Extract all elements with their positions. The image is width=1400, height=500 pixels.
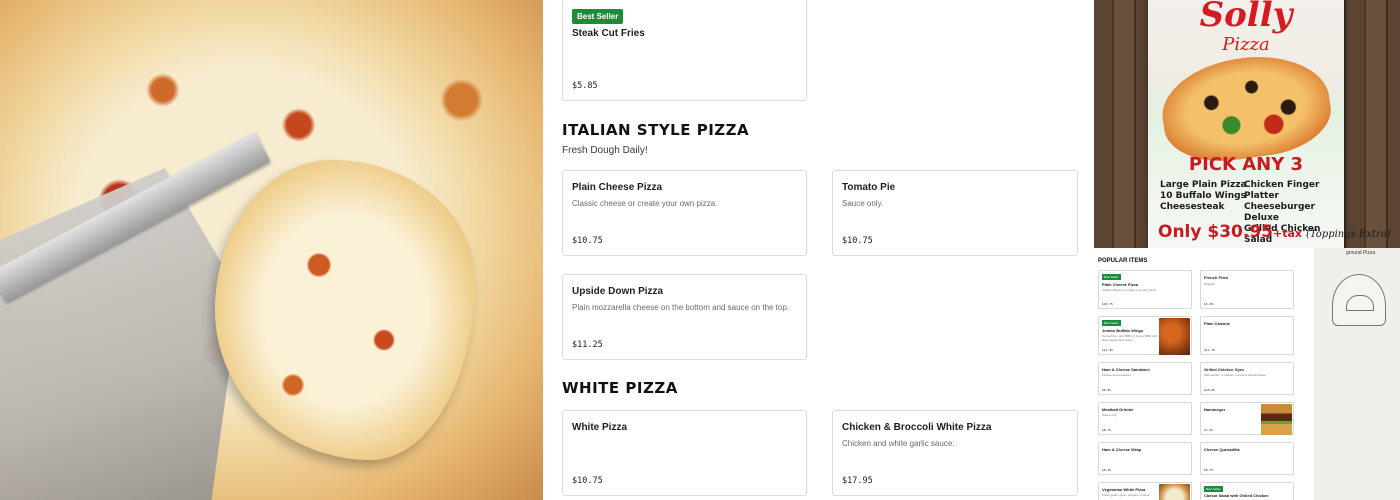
section-subtitle: Fresh Dough Daily! bbox=[562, 145, 648, 156]
item-description: With lettuce, tomatoes, onions & tzatzik… bbox=[1204, 373, 1267, 377]
item-price: $5.85 bbox=[572, 81, 598, 91]
item-price: $5.45 bbox=[1204, 302, 1214, 306]
best-seller-badge: Best Seller bbox=[1102, 320, 1121, 326]
item-description: Regular. bbox=[1204, 282, 1216, 286]
item-name: Plain Cheese Pizza bbox=[572, 182, 663, 193]
item-price: $10.75 bbox=[572, 476, 603, 486]
brand-logo: Solly bbox=[1199, 0, 1293, 35]
item-description: Lettuce and tomatoes. bbox=[1102, 373, 1132, 377]
item-price: $7.95 bbox=[1204, 428, 1214, 432]
white-pizza-thumbnail bbox=[1159, 484, 1190, 500]
preview-item-card[interactable]: Best Seller Caesar Salad with Grilled Ch… bbox=[1200, 482, 1294, 500]
menu-item-card[interactable]: Best Seller Steak Cut Fries $5.85 bbox=[562, 0, 807, 101]
preview-item-card[interactable]: French Fries Regular. $5.45 bbox=[1200, 270, 1294, 309]
item-name: Caesar Salad with Grilled Chicken bbox=[1204, 493, 1269, 498]
item-name: French Fries bbox=[1204, 275, 1229, 280]
item-name: Steak Cut Fries bbox=[572, 28, 645, 39]
section-title: ITALIAN STYLE PIZZA bbox=[562, 121, 750, 139]
item-description: Classic cheese or create your own pizza. bbox=[572, 199, 718, 208]
item-name: Plain Cheese Pizza bbox=[1102, 282, 1139, 287]
promo-list-item: Cheeseburger Deluxe bbox=[1244, 202, 1315, 223]
pizza-illustration bbox=[1155, 46, 1337, 170]
item-name: Plain Calzone bbox=[1204, 321, 1231, 326]
preview-item-card[interactable]: Ham & Cheese Wrap $8.45 bbox=[1098, 442, 1192, 475]
item-description: Served hot, mild, BBQ or honey BBQ with … bbox=[1102, 334, 1158, 342]
wings-thumbnail bbox=[1159, 318, 1190, 355]
promo-list-item: Cheesesteak bbox=[1160, 202, 1225, 212]
promo-list-item: 10 Buffalo Wings bbox=[1160, 191, 1246, 201]
item-description: Plain mozzarella cheese on the bottom an… bbox=[572, 303, 790, 312]
menu-item-card[interactable]: Upside Down Pizza Plain mozzarella chees… bbox=[562, 274, 807, 360]
preview-item-card[interactable]: Ham & Cheese Sandwich Lettuce and tomato… bbox=[1098, 362, 1192, 395]
item-price: $10.75 bbox=[572, 236, 603, 246]
promo-list-item: Large Plain Pizza bbox=[1160, 180, 1247, 190]
item-name: Hamburger bbox=[1204, 407, 1226, 412]
promo-headline: PICK ANY 3 bbox=[1188, 154, 1304, 175]
item-name: Cheese Quesadilla bbox=[1204, 447, 1240, 452]
promo-poster: Solly Pizza PICK ANY 3 Large Plain Pizza… bbox=[1148, 0, 1391, 248]
promo-list-item: Chicken Finger Platter bbox=[1244, 180, 1320, 201]
item-description: Chicken and white garlic sauce. bbox=[842, 439, 955, 448]
promo-deal: Only $30.95+tax (Toppings Extra) bbox=[1158, 222, 1391, 242]
preview-brand-text: ground Pizza bbox=[1346, 250, 1376, 256]
menu-item-card[interactable]: Chicken & Broccoli White Pizza Chicken a… bbox=[832, 410, 1078, 496]
storefront-poster-photo: Solly Pizza PICK ANY 3 Large Plain Pizza… bbox=[1094, 0, 1400, 248]
item-price: $8.45 bbox=[1102, 468, 1112, 472]
promo-price: Only $30.95 bbox=[1158, 222, 1273, 242]
item-price: $17.95 bbox=[842, 476, 873, 486]
section-title: WHITE PIZZA bbox=[562, 379, 678, 397]
item-description: Sauce only. bbox=[842, 199, 884, 208]
pizza-photo bbox=[0, 0, 543, 500]
menu-item-card[interactable]: Plain Cheese Pizza Classic cheese or cre… bbox=[562, 170, 807, 256]
item-name: Vegetarian White Pizza bbox=[1102, 487, 1146, 492]
preview-item-card[interactable]: Vegetarian White Pizza Fresh garlic, gre… bbox=[1098, 482, 1192, 500]
best-seller-badge: Best Seller bbox=[1102, 274, 1121, 280]
item-description: Classic cheese or create your own pizza. bbox=[1102, 288, 1157, 292]
menu-item-card[interactable]: Tomato Pie Sauce only. $10.75 bbox=[832, 170, 1078, 256]
promo-list-left: Large Plain Pizza 10 Buffalo Wings Chees… bbox=[1160, 180, 1247, 213]
item-name: White Pizza bbox=[572, 422, 628, 433]
preview-item-card[interactable]: Best Seller Plain Cheese Pizza Classic c… bbox=[1098, 270, 1192, 309]
item-name: Ham & Cheese Sandwich bbox=[1102, 367, 1150, 372]
preview-item-card[interactable]: Meatball Grinder Sauce only. $8.75 bbox=[1098, 402, 1192, 435]
item-name: Grilled Chicken Gyro bbox=[1204, 367, 1244, 372]
item-name: Jumbo Buffalo Wings bbox=[1102, 328, 1144, 333]
item-name: Ham & Cheese Wrap bbox=[1102, 447, 1142, 452]
item-price: $10.95 bbox=[1204, 388, 1215, 392]
preview-item-card[interactable]: Grilled Chicken Gyro With lettuce, tomat… bbox=[1200, 362, 1294, 395]
promo-tax: +tax bbox=[1272, 227, 1302, 240]
menu-item-card[interactable]: White Pizza $10.75 bbox=[562, 410, 807, 496]
brand-logo-sub: Pizza bbox=[1222, 34, 1270, 55]
item-price: $8.75 bbox=[1204, 468, 1214, 472]
preview-item-card[interactable]: Hamburger $7.95 bbox=[1200, 402, 1294, 435]
item-price: $6.95 bbox=[1102, 388, 1112, 392]
best-seller-badge: Best Seller bbox=[572, 9, 624, 24]
item-price: $11.75 bbox=[1204, 348, 1215, 352]
item-price: $8.75 bbox=[1102, 428, 1112, 432]
hamburger-thumbnail bbox=[1261, 404, 1292, 435]
popular-items-preview: ground Pizza POPULAR ITEMS Best Seller P… bbox=[1094, 248, 1400, 500]
item-price: $12.95 bbox=[1102, 348, 1113, 352]
item-name: Tomato Pie bbox=[842, 182, 896, 193]
item-description: Sauce only. bbox=[1102, 413, 1118, 417]
promo-note: (Toppings Extra) bbox=[1305, 229, 1391, 240]
preview-item-card[interactable]: Best Seller Jumbo Buffalo Wings Served h… bbox=[1098, 316, 1192, 355]
pizza-slice bbox=[215, 160, 475, 460]
preview-item-card[interactable]: Cheese Quesadilla $8.75 bbox=[1200, 442, 1294, 475]
item-price: $11.25 bbox=[572, 340, 603, 350]
menu-column: Best Seller Steak Cut Fries $5.85 ITALIA… bbox=[543, 0, 1094, 500]
best-seller-badge: Best Seller bbox=[1204, 486, 1223, 492]
item-price: $10.75 bbox=[1102, 302, 1113, 306]
item-name: Upside Down Pizza bbox=[572, 286, 664, 297]
preview-item-card[interactable]: Plain Calzone $11.75 bbox=[1200, 316, 1294, 355]
item-name: Chicken & Broccoli White Pizza bbox=[842, 422, 992, 433]
item-name: Meatball Grinder bbox=[1102, 407, 1134, 412]
item-description: Fresh garlic, green peppers, onions bbox=[1102, 493, 1150, 497]
item-price: $10.75 bbox=[842, 236, 873, 246]
popular-items-heading: POPULAR ITEMS bbox=[1098, 258, 1148, 264]
